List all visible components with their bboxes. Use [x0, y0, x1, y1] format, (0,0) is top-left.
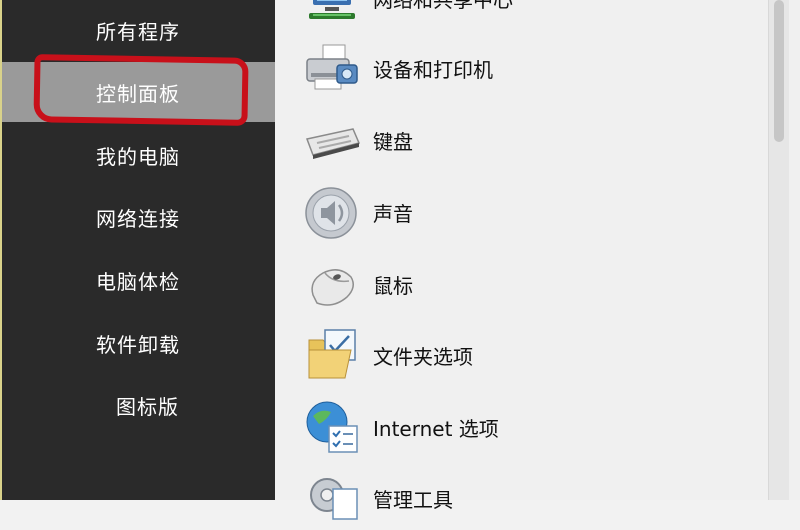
list-item-admin-tools[interactable]: 管理工具 [275, 466, 770, 530]
keyboard-icon [305, 128, 361, 159]
speaker-icon [305, 187, 357, 239]
printer-icon [306, 44, 358, 90]
list-item-label: 声音 [373, 201, 413, 226]
menu-item-label: 软件卸载 [96, 332, 180, 357]
vertical-scrollbar[interactable] [768, 0, 789, 500]
list-item-label: 文件夹选项 [373, 344, 473, 369]
menu-item-software-uninstall[interactable]: 软件卸载 [2, 313, 275, 373]
list-item-label: 键盘 [373, 129, 413, 154]
menu-item-network-connections[interactable]: 网络连接 [2, 187, 275, 247]
network-icon [309, 0, 355, 19]
scrollbar-thumb[interactable] [774, 0, 784, 142]
menu-item-label: 网络连接 [96, 206, 180, 231]
menu-item-control-panel[interactable]: 控制面板 [2, 62, 275, 122]
list-item-sound[interactable]: 声音 [275, 180, 770, 244]
menu-item-label: 电脑体检 [96, 269, 180, 294]
list-item-internet-options[interactable]: Internet 选项 [275, 395, 770, 459]
menu-item-my-computer[interactable]: 我的电脑 [2, 125, 275, 185]
list-item-folder-options[interactable]: 文件夹选项 [275, 323, 770, 387]
folder-options-icon [308, 329, 356, 379]
list-item-label: 网络和共享中心 [373, 0, 513, 13]
menu-item-pc-checkup[interactable]: 电脑体检 [2, 250, 275, 310]
start-menu-sidebar: 所有程序 控制面板 我的电脑 网络连接 电脑体检 软件卸载 图标版 [0, 0, 275, 500]
menu-item-all-programs[interactable]: 所有程序 [2, 0, 275, 60]
list-item-label: Internet 选项 [373, 416, 499, 441]
menu-item-label: 控制面板 [96, 81, 180, 106]
list-item-network-sharing[interactable]: 网络和共享中心 [275, 0, 770, 30]
menu-item-label: 图标版 [116, 394, 179, 419]
list-item-keyboard[interactable]: 键盘 [275, 108, 770, 172]
internet-options-icon [306, 401, 358, 453]
menu-item-icon-version[interactable]: 图标版 [2, 375, 275, 435]
list-item-label: 设备和打印机 [373, 57, 493, 82]
list-item-label: 鼠标 [373, 273, 413, 298]
list-item-label: 管理工具 [373, 487, 453, 512]
admin-tools-icon [310, 478, 358, 520]
control-panel-list: 网络和共享中心 设备和打印机 键盘 声音 [275, 0, 800, 520]
list-item-devices-printers[interactable]: 设备和打印机 [275, 36, 770, 100]
menu-item-label: 我的电脑 [96, 144, 180, 169]
list-item-mouse[interactable]: 鼠标 [275, 252, 770, 316]
menu-item-label: 所有程序 [96, 19, 180, 44]
mouse-icon [311, 269, 354, 306]
